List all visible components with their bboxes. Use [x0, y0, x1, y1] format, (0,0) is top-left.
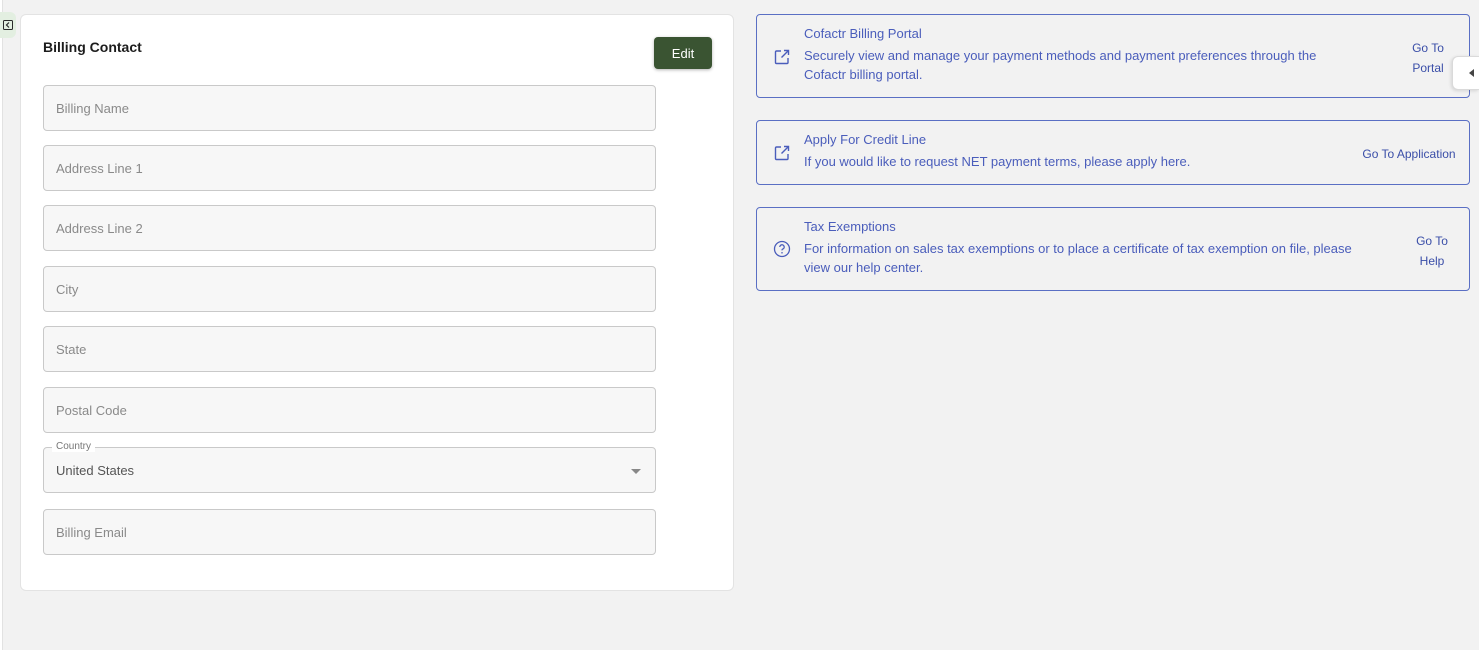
tax-exemptions-title: Tax Exemptions [804, 219, 896, 234]
tax-exemptions-card: Tax Exemptions For information on sales … [756, 207, 1470, 291]
go-to-help-link[interactable]: Go To Help [1405, 231, 1459, 271]
billing-contact-card: Billing Contact Edit Country United Stat… [20, 14, 734, 591]
credit-line-card: Apply For Credit Line If you would like … [756, 120, 1470, 185]
address-line-2-field[interactable] [43, 205, 656, 251]
billing-portal-description: Securely view and manage your payment me… [804, 46, 1316, 84]
description-line: view our help center. [804, 260, 924, 275]
sidebar-collapse-icon [3, 20, 13, 30]
tax-exemptions-description: For information on sales tax exemptions … [804, 239, 1352, 277]
edit-button[interactable]: Edit [654, 37, 712, 69]
city-input[interactable] [44, 267, 655, 311]
billing-portal-title: Cofactr Billing Portal [804, 26, 922, 41]
billing-name-input[interactable] [44, 86, 655, 130]
address-line-1-field[interactable] [43, 145, 656, 191]
postal-code-field[interactable] [43, 387, 656, 433]
link-line: Go To Application [1362, 147, 1456, 161]
state-input[interactable] [44, 327, 655, 371]
link-line: Go To [1412, 41, 1444, 55]
external-link-icon [774, 49, 790, 65]
caret-down-icon [631, 469, 641, 474]
billing-portal-card: Cofactr Billing Portal Securely view and… [756, 14, 1470, 98]
country-select[interactable]: Country United States [43, 441, 656, 493]
description-line: Cofactr billing portal. [804, 67, 923, 82]
postal-code-input[interactable] [44, 388, 655, 432]
caret-left-icon [1469, 69, 1474, 77]
country-label: Country [52, 441, 96, 452]
billing-name-field[interactable] [43, 85, 656, 131]
sidebar-toggle-button[interactable] [0, 12, 16, 38]
link-line: Portal [1412, 61, 1444, 75]
link-line: Go To [1416, 234, 1448, 248]
description-line: For information on sales tax exemptions … [804, 241, 1352, 256]
state-field[interactable] [43, 326, 656, 372]
billing-email-input[interactable] [44, 510, 655, 554]
description-line: Securely view and manage your payment me… [804, 48, 1317, 63]
address-line-2-input[interactable] [44, 206, 655, 250]
description-line: If you would like to request NET payment… [804, 154, 1191, 169]
city-field[interactable] [43, 266, 656, 312]
address-line-1-input[interactable] [44, 146, 655, 190]
credit-line-description: If you would like to request NET payment… [804, 152, 1190, 171]
external-link-icon [774, 145, 790, 161]
go-to-application-link[interactable]: Go To Application [1355, 144, 1463, 164]
credit-line-title: Apply For Credit Line [804, 132, 927, 147]
link-line: Help [1419, 254, 1445, 268]
go-to-portal-link[interactable]: Go To Portal [1400, 38, 1456, 78]
country-value: United States [56, 463, 135, 478]
billing-contact-title: Billing Contact [43, 39, 142, 55]
billing-page: Billing Contact Edit Country United Stat… [0, 0, 1479, 650]
side-panel-toggle-button[interactable] [1452, 56, 1479, 90]
left-rail [0, 0, 3, 650]
question-circle-icon [773, 240, 791, 258]
billing-email-field[interactable] [43, 509, 656, 555]
